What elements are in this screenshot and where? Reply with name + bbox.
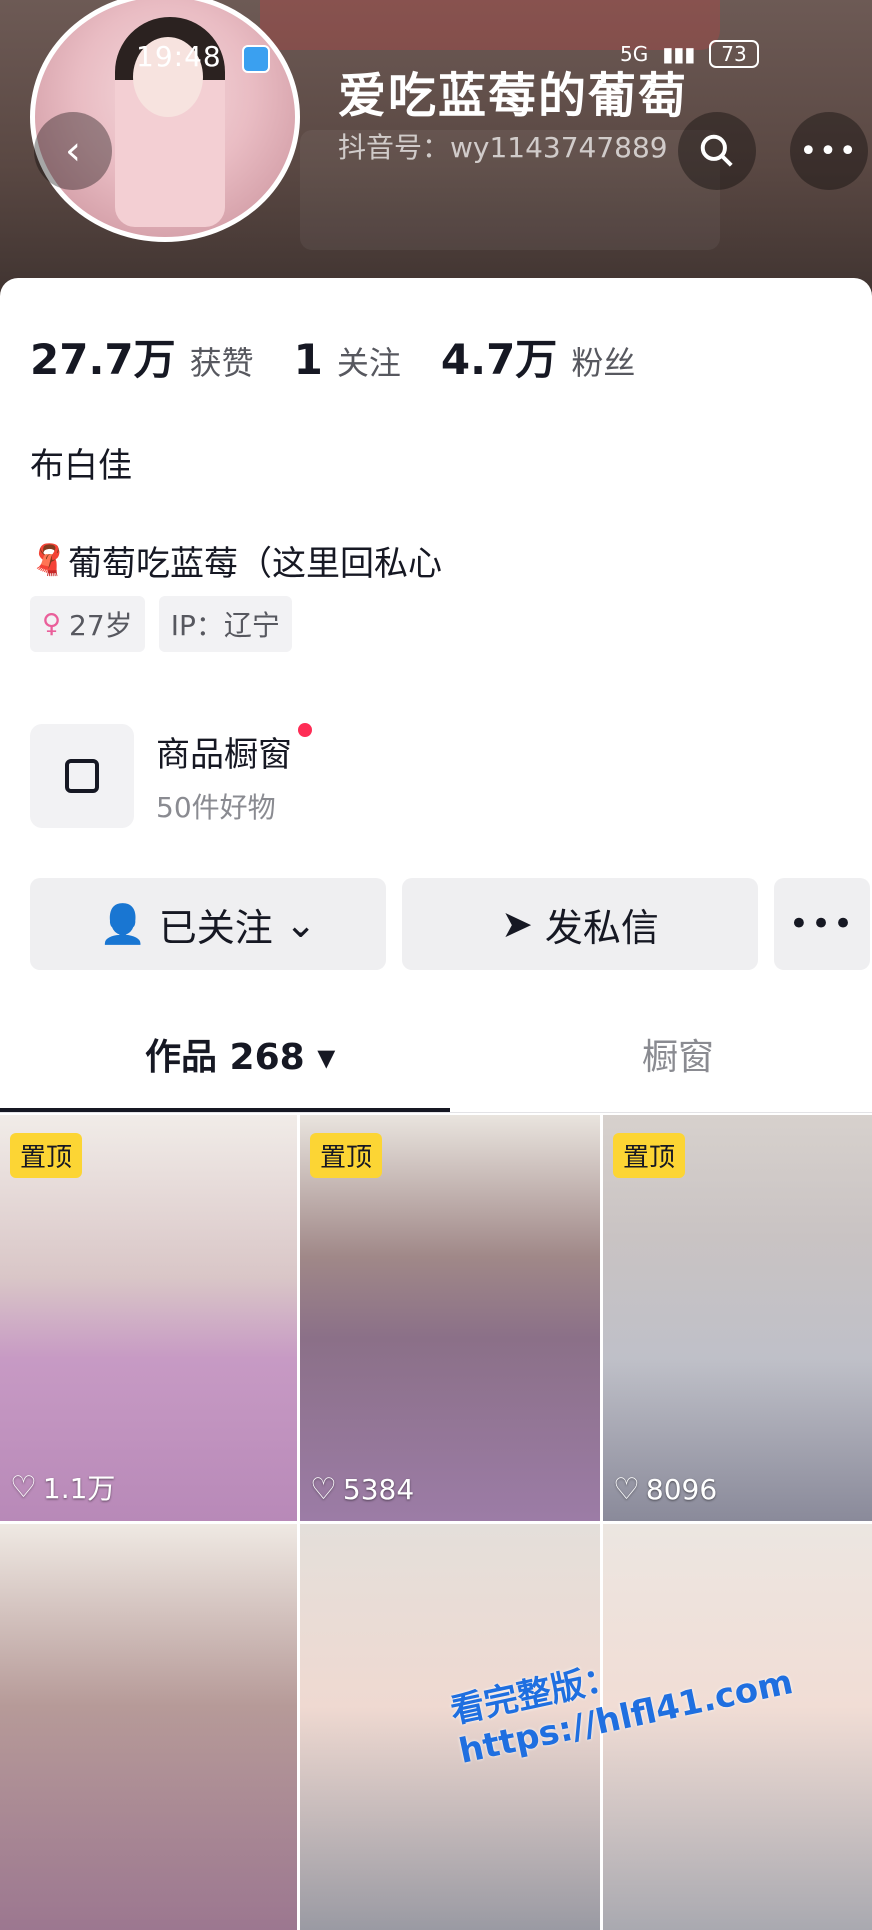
female-icon: ♀ [42, 609, 62, 639]
video-likes-count: 5384 [342, 1473, 415, 1506]
following-button-label: 已关注 [158, 905, 273, 950]
tab-works-label: 作品 268 [145, 1037, 305, 1078]
douyin-id[interactable]: 抖音号：wy1143747889 [338, 126, 668, 166]
bio-text: 葡萄吃蓝莓（这里回私心 [68, 544, 442, 584]
ip-tag: IP：辽宁 [158, 596, 292, 652]
age-label: 27岁 [69, 609, 133, 642]
profile-header: 19:48 5G ▮▮▮ 73 ‹ 爱吃蓝莓的葡萄 抖音号：wy11437478… [0, 0, 872, 300]
battery-icon: 73 [709, 40, 759, 68]
user-check-icon: 👤 [99, 901, 147, 946]
tab-works[interactable]: 作品 268 ▾ [145, 1028, 335, 1080]
tabs-divider [0, 1112, 872, 1113]
send-message-label: 发私信 [544, 905, 659, 950]
send-message-button[interactable]: ➤ 发私信 [402, 878, 758, 970]
shop-title: 商品橱窗 [156, 722, 312, 776]
profile-real-name: 布白佳 [30, 446, 132, 486]
search-icon [700, 134, 733, 167]
video-thumbnail[interactable]: 置顶 ♡ 5384 [300, 1115, 600, 1521]
followers-count[interactable]: 4.7万 [441, 326, 557, 387]
ip-label: IP：辽宁 [170, 609, 280, 642]
following-count[interactable]: 1 [294, 335, 323, 384]
shop-text: 商品橱窗 50件好物 [156, 722, 312, 826]
scarf-icon: 🧣 [30, 542, 68, 578]
likes-label: 获赞 [189, 344, 254, 382]
following-button[interactable]: 👤 已关注 ⌄ [30, 878, 386, 970]
more-icon: ••• [788, 904, 856, 944]
likes-count[interactable]: 27.7万 [30, 326, 176, 387]
back-button[interactable]: ‹ [34, 112, 112, 190]
profile-nickname: 爱吃蓝莓的葡萄 [338, 68, 689, 124]
shop-title-text: 商品橱窗 [156, 734, 292, 775]
pinned-badge: 置顶 [310, 1133, 383, 1178]
video-likes: ♡ 8096 [613, 1472, 717, 1507]
search-button[interactable] [678, 112, 756, 190]
shop-window-entry[interactable]: 商品橱窗 50件好物 [30, 722, 312, 828]
video-likes: ♡ 5384 [310, 1472, 414, 1507]
following-label: 关注 [336, 344, 401, 382]
video-likes-count: 1.1万 [42, 1472, 116, 1505]
pinned-badge: 置顶 [613, 1133, 686, 1178]
video-thumbnail[interactable]: 置顶 ♡ 1.1万 [0, 1115, 297, 1521]
video-thumbnail[interactable] [0, 1524, 297, 1930]
send-icon: ➤ [501, 902, 533, 946]
age-tag: ♀ 27岁 [30, 596, 145, 652]
content-tabs: 作品 268 ▾ 橱窗 [0, 1028, 872, 1110]
tab-shop-window[interactable]: 橱窗 [642, 1028, 714, 1080]
followers-label: 粉丝 [571, 344, 636, 382]
video-grid: 置顶 ♡ 1.1万 置顶 ♡ 5384 置顶 ♡ 8096 [0, 1115, 872, 1930]
heart-icon: ♡ [310, 1472, 337, 1507]
chevron-down-icon: ⌄ [284, 902, 317, 946]
profile-tags: ♀ 27岁 IP：辽宁 [30, 596, 292, 652]
profile-bio: 🧣 葡萄吃蓝莓（这里回私心 [30, 536, 442, 585]
caret-down-icon: ▾ [317, 1037, 336, 1078]
shop-subtitle: 50件好物 [156, 790, 276, 824]
video-likes: ♡ 1.1万 [10, 1467, 115, 1507]
notification-app-icon [242, 45, 270, 73]
heart-icon: ♡ [10, 1469, 37, 1505]
profile-stats: 27.7万 获赞 1 关注 4.7万 粉丝 [30, 326, 675, 387]
profile-actions: 👤 已关注 ⌄ ➤ 发私信 ••• [30, 878, 870, 970]
more-actions-button[interactable]: ••• [774, 878, 870, 970]
more-icon: ••• [799, 133, 859, 169]
shopping-bag-icon [30, 724, 134, 828]
new-dot-badge [298, 722, 312, 737]
more-options-button[interactable]: ••• [790, 112, 868, 190]
video-likes-count: 8096 [645, 1473, 718, 1506]
heart-icon: ♡ [613, 1472, 640, 1507]
pinned-badge: 置顶 [10, 1133, 83, 1178]
video-thumbnail[interactable]: 置顶 ♡ 8096 [603, 1115, 872, 1521]
status-time: 19:48 [136, 40, 222, 73]
chevron-left-icon: ‹ [65, 128, 81, 174]
